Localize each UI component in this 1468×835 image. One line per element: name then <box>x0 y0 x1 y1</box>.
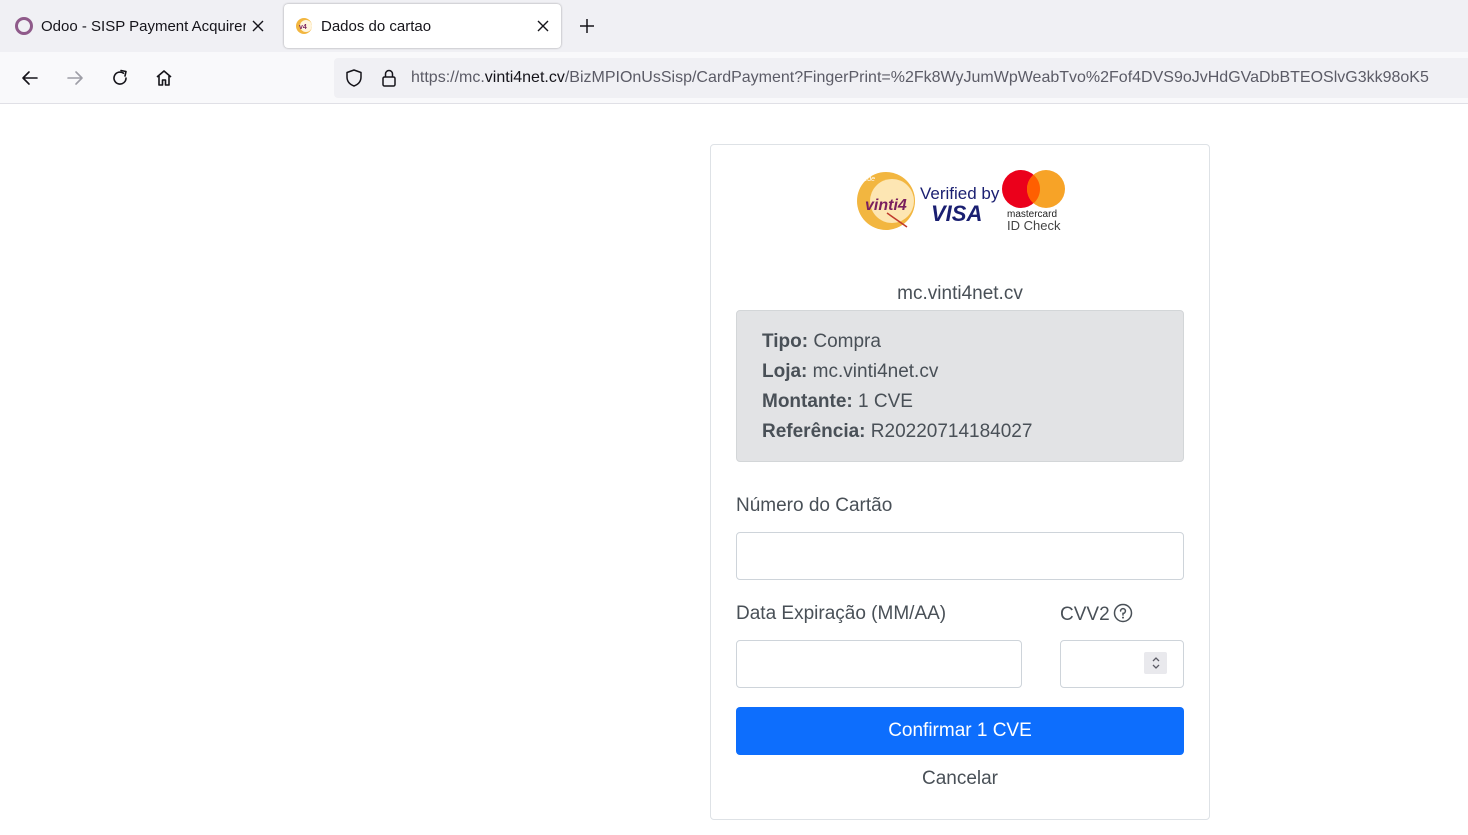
detail-montante: Montante: 1 CVE <box>762 391 913 412</box>
tab-title: Dados do cartao <box>321 17 432 35</box>
svg-text:v4: v4 <box>299 24 307 31</box>
security-logos: rede vinti4 Verified by VISA mastercard … <box>857 167 1069 235</box>
detail-tipo: Tipo: Compra <box>762 331 881 352</box>
forward-arrow-icon <box>67 71 83 85</box>
new-tab-button[interactable] <box>574 13 600 39</box>
vinti4-logo: rede vinti4 <box>857 172 915 230</box>
svg-text:rede: rede <box>861 176 875 183</box>
payment-card: rede vinti4 Verified by VISA mastercard … <box>710 144 1210 820</box>
url-text[interactable]: https://mc.vinti4net.cv/BizMPIOnUsSisp/C… <box>411 69 1468 87</box>
tab-bar: Odoo - SISP Payment Acquirer v4 Dados do… <box>0 0 1468 52</box>
forward-button[interactable] <box>61 64 89 92</box>
tracking-protection-shield-icon[interactable] <box>344 68 364 88</box>
cvv-label: CVV2 <box>1060 604 1110 625</box>
cancel-link[interactable]: Cancelar <box>711 768 1209 790</box>
cvv-field <box>1060 640 1184 688</box>
svg-text:vinti4: vinti4 <box>865 197 907 214</box>
spinner-arrows-icon <box>1152 657 1159 669</box>
cvv-label-wrapper: CVV2 <box>1060 603 1133 629</box>
reload-icon <box>113 69 127 85</box>
home-button[interactable] <box>150 64 178 92</box>
back-button[interactable] <box>16 64 44 92</box>
merchant-host: mc.vinti4net.cv <box>897 283 1023 304</box>
tab-dados-cartao[interactable]: v4 Dados do cartao <box>284 4 561 48</box>
detail-loja: Loja: mc.vinti4net.cv <box>762 361 939 382</box>
close-icon[interactable] <box>531 14 555 38</box>
card-number-label: Número do Cartão <box>736 495 893 516</box>
confirm-button[interactable]: Confirmar 1 CVE <box>736 707 1184 755</box>
odoo-favicon-icon <box>14 16 34 36</box>
address-bar[interactable]: https://mc.vinti4net.cv/BizMPIOnUsSisp/C… <box>334 58 1468 98</box>
tab-title: Odoo - SISP Payment Acquirer <box>41 17 246 35</box>
plus-icon <box>580 19 594 33</box>
lock-icon[interactable] <box>379 68 399 88</box>
back-arrow-icon <box>22 71 38 85</box>
mastercard-id-check-logo: mastercard ID Check <box>1002 170 1065 233</box>
expiry-label: Data Expiração (MM/AA) <box>736 603 947 624</box>
detail-referencia: Referência: R20220714184027 <box>762 421 1033 442</box>
expiry-input[interactable] <box>736 640 1022 688</box>
vinti4-favicon-icon: v4 <box>294 16 314 36</box>
verified-by-visa-logo: Verified by VISA <box>920 184 1000 226</box>
reload-button[interactable] <box>106 64 134 92</box>
transaction-details: Tipo: Compra Loja: mc.vinti4net.cv Monta… <box>736 310 1184 462</box>
close-icon[interactable] <box>246 14 270 38</box>
svg-text:VISA: VISA <box>931 201 982 226</box>
svg-text:ID Check: ID Check <box>1007 218 1061 233</box>
navigation-bar: https://mc.vinti4net.cv/BizMPIOnUsSisp/C… <box>0 52 1468 104</box>
help-icon[interactable] <box>1113 603 1133 629</box>
card-number-input[interactable] <box>736 532 1184 580</box>
cvv-spinner[interactable] <box>1144 652 1167 674</box>
home-icon <box>156 70 172 86</box>
tab-odoo[interactable]: Odoo - SISP Payment Acquirer <box>6 4 276 48</box>
